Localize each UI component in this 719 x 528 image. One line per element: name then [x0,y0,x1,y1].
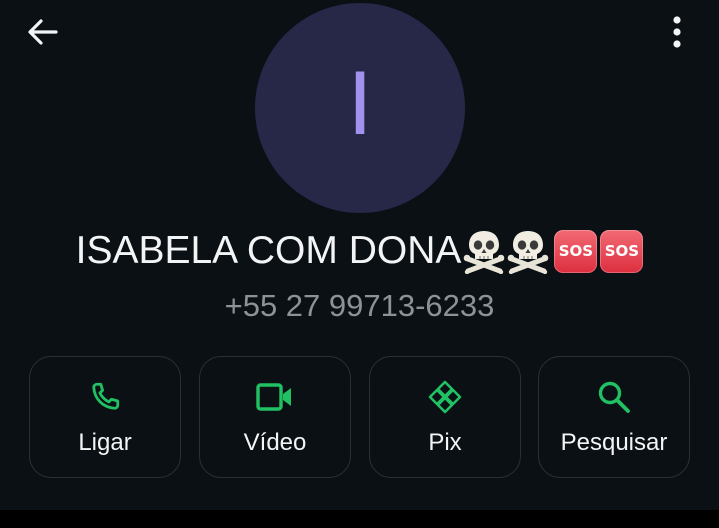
contact-info-screen: I ISABELA COM DONA SOS SOS +55 27 99713-… [0,0,719,528]
call-button[interactable]: Ligar [29,356,181,478]
skull-crossbones-icon [464,231,505,274]
sos-icon: SOS [600,229,644,273]
arrow-left-icon [28,19,58,45]
search-button-label: Pesquisar [560,429,668,456]
more-options-button[interactable] [657,12,697,52]
skull-crossbones-icon [508,231,549,274]
avatar-initial: I [347,55,373,155]
contact-name: ISABELA COM DONA SOS SOS [0,226,719,276]
phone-icon [92,382,120,410]
pix-icon [428,380,462,414]
back-button[interactable] [22,14,62,50]
search-button[interactable]: Pesquisar [538,356,690,478]
more-vertical-icon [673,16,681,48]
sos-icon: SOS [554,229,598,273]
bottom-divider [0,510,719,528]
search-icon [598,381,630,413]
contact-phone-number: +55 27 99713-6233 [224,288,495,323]
quick-actions: Ligar Vídeo Pix Pesquisar [29,356,692,480]
contact-name-text: ISABELA COM DONA [75,229,462,272]
call-button-label: Ligar [78,429,132,456]
name-emojis: SOS SOS [463,228,644,274]
pix-button-label: Pix [428,429,462,456]
pix-button[interactable]: Pix [369,356,521,478]
video-call-button[interactable]: Vídeo [199,356,351,478]
video-icon [256,383,291,411]
video-call-button-label: Vídeo [243,429,307,456]
contact-avatar[interactable]: I [255,3,465,213]
